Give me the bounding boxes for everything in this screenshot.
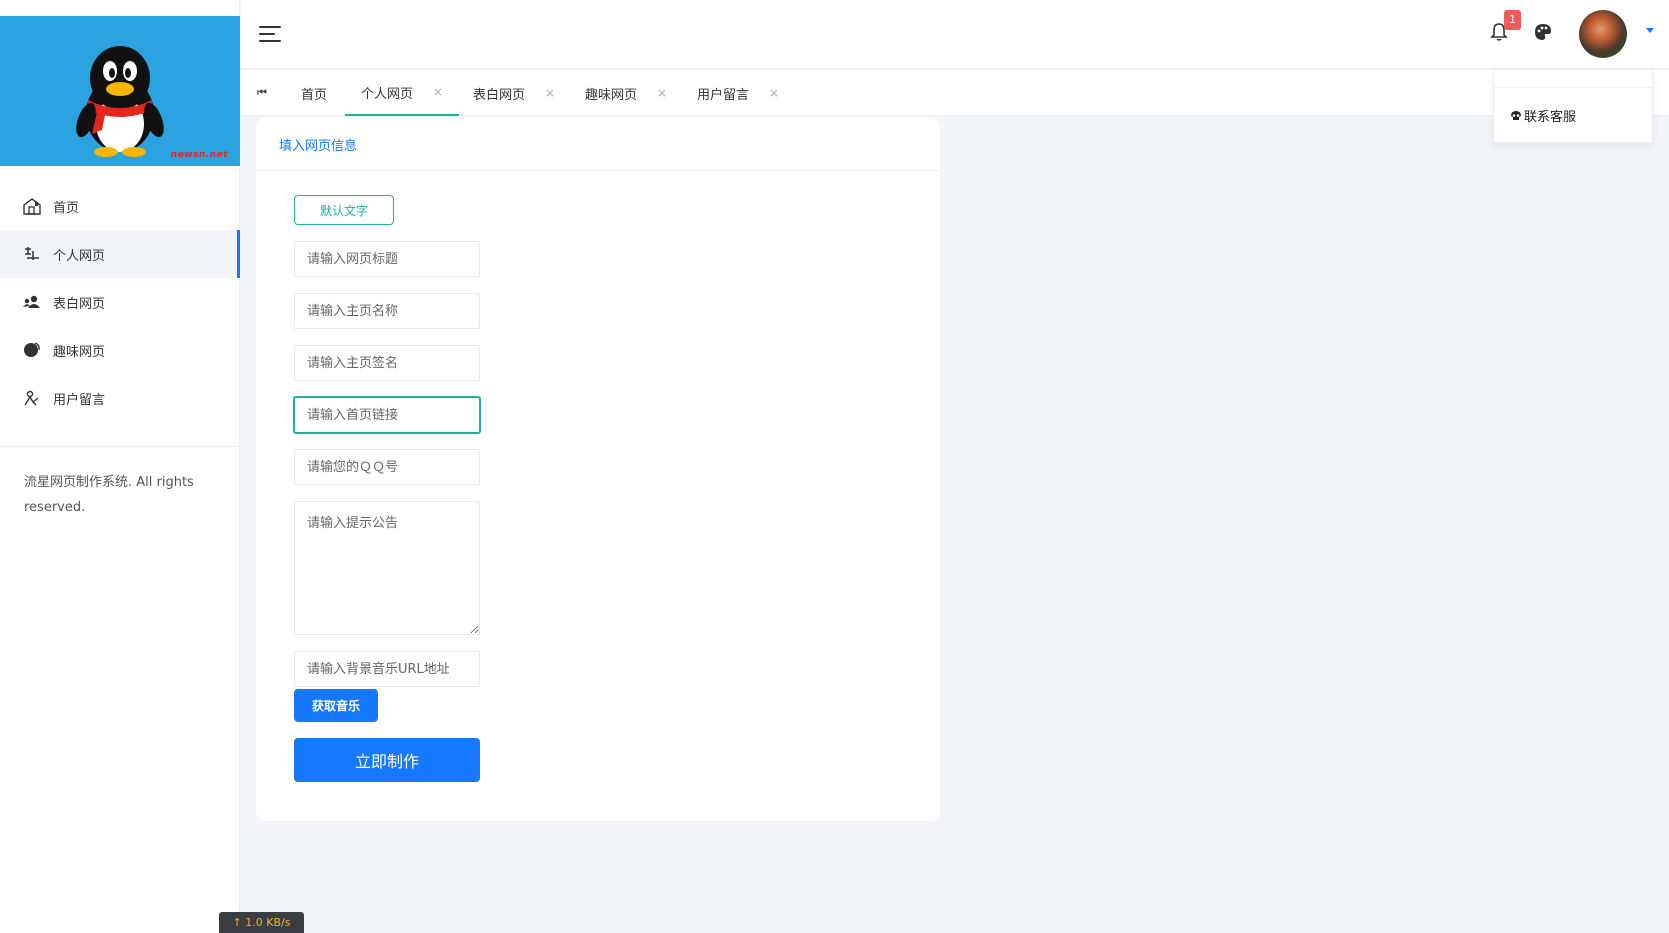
home-link-input[interactable]: [294, 397, 480, 433]
tab-love-page[interactable]: 表白网页 ×: [473, 70, 555, 116]
music-url-input[interactable]: [294, 651, 480, 687]
user-dropdown-menu: 联系客服: [1493, 69, 1653, 143]
page-tabs: ⏮ 首页 个人网页 × 表白网页 × 趣味网页 × 用户留言 ×: [241, 70, 1669, 116]
globe-icon: [21, 340, 43, 360]
skull-icon: [1511, 110, 1521, 120]
sidebar-item-fun-page[interactable]: 趣味网页: [0, 326, 240, 374]
chevron-down-icon[interactable]: [1646, 28, 1654, 33]
contact-support-label: 联系客服: [1524, 110, 1577, 125]
submit-button[interactable]: 立即制作: [294, 738, 480, 782]
sidebar-item-label: 表白网页: [53, 296, 106, 312]
tab-messages[interactable]: 用户留言 ×: [697, 70, 779, 116]
sidebar-item-love-page[interactable]: 表白网页: [0, 278, 240, 326]
sidebar-item-label: 用户留言: [53, 392, 106, 408]
network-speed-indicator: ↑ 1.0 KB/s: [219, 912, 304, 933]
notification-badge: 1: [1504, 10, 1521, 30]
page-title-input[interactable]: [294, 241, 480, 277]
form-card: 填入网页信息 默认文字 获取音乐 立即制作: [256, 117, 940, 821]
sidebar-menu: 首页 个人网页 表白网页 趣味网页 用户留言: [0, 182, 240, 422]
card-title: 填入网页信息: [256, 117, 940, 171]
copyright-text: 流星网页制作系统. All rights reserved.: [24, 475, 194, 515]
sidebar-item-personal-page[interactable]: 个人网页: [0, 230, 240, 278]
user-avatar[interactable]: [1579, 10, 1627, 58]
close-icon[interactable]: ×: [545, 86, 555, 100]
theme-palette-icon[interactable]: [1534, 23, 1552, 45]
tab-fun-page[interactable]: 趣味网页 ×: [585, 70, 667, 116]
tab-label: 表白网页: [473, 87, 526, 103]
penguin-logo-icon: [76, 46, 164, 157]
first-tab-icon[interactable]: ⏮: [257, 86, 267, 100]
tab-label: 首页: [301, 87, 328, 103]
person-page-icon: [21, 244, 43, 264]
contact-support-item[interactable]: 联系客服: [1510, 106, 1576, 125]
close-icon[interactable]: ×: [657, 86, 667, 100]
dropdown-divider: [1494, 70, 1652, 88]
tab-label: 趣味网页: [585, 87, 638, 103]
tab-home[interactable]: 首页: [301, 70, 327, 116]
menu-toggle-icon[interactable]: [259, 26, 281, 43]
logo-tag: newsn.net: [170, 150, 228, 160]
sidebar-item-label: 首页: [53, 200, 80, 216]
tab-label: 个人网页: [361, 86, 414, 102]
home-name-input[interactable]: [294, 293, 480, 329]
sidebar-divider: [0, 446, 240, 447]
sidebar-item-label: 趣味网页: [53, 344, 106, 360]
close-icon[interactable]: ×: [433, 85, 443, 99]
sidebar-item-home[interactable]: 首页: [0, 182, 240, 230]
home-signature-input[interactable]: [294, 345, 480, 381]
tab-personal-page[interactable]: 个人网页 ×: [345, 70, 460, 116]
notice-textarea[interactable]: [294, 501, 480, 635]
sidebar: newsn.net 首页 个人网页 表白网页 趣味网页 用户留言 流星网页制作系…: [0, 0, 240, 933]
tab-label: 用户留言: [697, 87, 750, 103]
top-header: 1: [241, 0, 1669, 69]
home-icon: [21, 196, 43, 216]
sidebar-item-messages[interactable]: 用户留言: [0, 374, 240, 422]
sidebar-item-label: 个人网页: [53, 248, 106, 264]
qq-number-input[interactable]: [294, 449, 480, 485]
message-icon: [21, 388, 43, 408]
users-icon: [21, 292, 43, 312]
get-music-button[interactable]: 获取音乐: [294, 689, 378, 722]
default-text-button[interactable]: 默认文字: [294, 195, 394, 225]
logo[interactable]: newsn.net: [0, 16, 240, 166]
close-icon[interactable]: ×: [769, 86, 779, 100]
